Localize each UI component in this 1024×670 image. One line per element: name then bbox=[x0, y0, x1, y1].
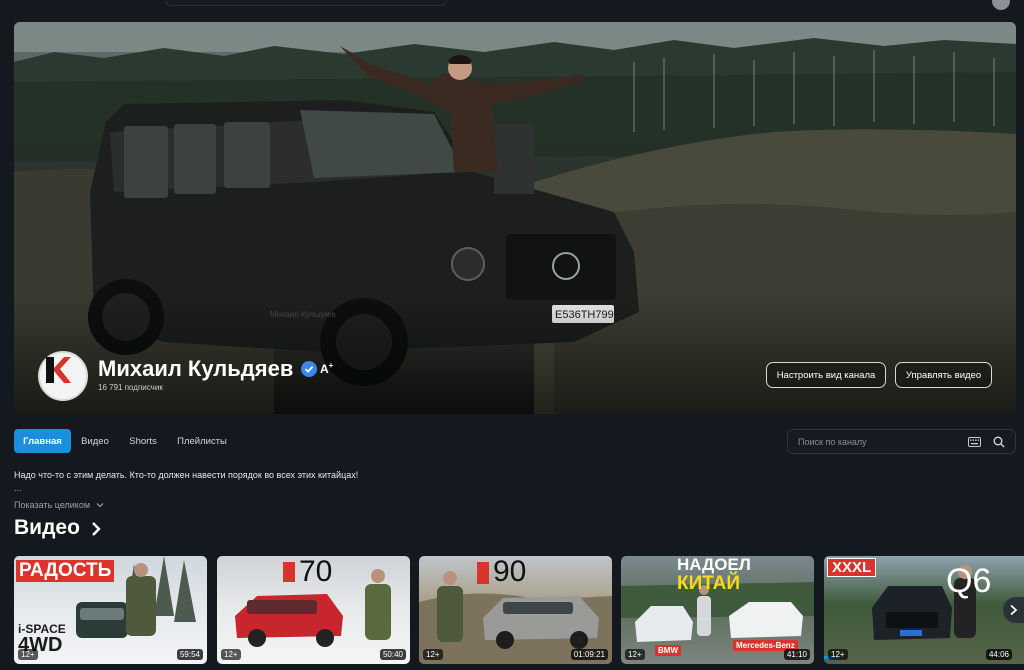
video-card[interactable]: 70 12+ 50:40 bbox=[217, 556, 410, 664]
video-overlay-title: 70 bbox=[299, 556, 333, 588]
video-duration: 50:40 bbox=[379, 649, 406, 660]
customize-channel-button[interactable]: Настроить вид канала bbox=[766, 362, 886, 388]
search-icon[interactable] bbox=[993, 436, 1005, 448]
manage-videos-button[interactable]: Управлять видео bbox=[895, 362, 992, 388]
videos-section-title[interactable]: Видео bbox=[14, 516, 80, 540]
video-overlay-title: РАДОСТЬ bbox=[16, 560, 115, 582]
video-duration: 01:09:21 bbox=[570, 649, 608, 660]
age-rating-badge: 12+ bbox=[18, 649, 38, 660]
video-card[interactable]: РАДОСТЬ i-SPACE 4WD 12+ 59:54 bbox=[14, 556, 207, 664]
age-rating-badge: 12+ bbox=[625, 649, 645, 660]
video-overlay-title: 90 bbox=[493, 556, 527, 588]
video-duration: 41:10 bbox=[783, 649, 810, 660]
tab-shorts[interactable]: Shorts bbox=[124, 429, 162, 453]
chevron-right-icon bbox=[1010, 604, 1018, 616]
tab-playlists[interactable]: Плейлисты bbox=[172, 429, 232, 453]
channel-avatar[interactable] bbox=[38, 351, 88, 401]
channel-banner: E536TH799 Михаил Кульдяев Михаил Кульдяе… bbox=[14, 22, 1016, 414]
video-card[interactable]: 90 12+ 01:09:21 bbox=[419, 556, 612, 664]
age-rating-badge: 12+ bbox=[221, 649, 241, 660]
user-avatar[interactable] bbox=[992, 0, 1010, 10]
video-overlay-subtitle: КИТАЙ bbox=[677, 573, 741, 594]
chevron-down-icon bbox=[96, 503, 103, 508]
show-more-label: Показать целиком bbox=[14, 500, 91, 510]
verified-icon bbox=[301, 361, 317, 377]
age-rating-badge: 12+ bbox=[828, 649, 848, 660]
channel-description: Надо что-то с этим делать. Кто-то должен… bbox=[14, 470, 359, 480]
video-duration: 44:06 bbox=[985, 649, 1012, 660]
video-duration: 59:54 bbox=[176, 649, 203, 660]
channel-search-input[interactable]: Поиск по каналу bbox=[787, 429, 1016, 454]
channel-name: Михаил Кульдяев bbox=[98, 356, 294, 381]
tab-videos[interactable]: Видео bbox=[76, 429, 114, 453]
channel-logo-icon bbox=[46, 357, 71, 383]
age-rating-badge: 12+ bbox=[423, 649, 443, 660]
video-card[interactable]: XXXL Q6 12+ 44:06 bbox=[824, 556, 1024, 664]
video-card[interactable]: НАДОЕЛ КИТАЙ BMW Mercedes-Benz 12+ 41:10 bbox=[621, 556, 814, 664]
banner-watermark: Михаил Кульдяев bbox=[270, 310, 336, 319]
video-label-bmw: BMW bbox=[655, 645, 681, 656]
a-plus-icon: A+ bbox=[320, 361, 334, 376]
show-more-link[interactable]: Показать целиком bbox=[14, 500, 104, 510]
keyboard-icon[interactable] bbox=[968, 437, 981, 447]
global-search-input[interactable] bbox=[165, 0, 447, 6]
chevron-right-icon[interactable] bbox=[90, 520, 102, 538]
search-placeholder: Поиск по каналу bbox=[798, 437, 867, 447]
carousel-next-button[interactable] bbox=[1003, 597, 1024, 623]
description-ellipsis: ... bbox=[14, 483, 22, 493]
video-overlay-title: XXXL bbox=[827, 558, 877, 577]
banner-gradient bbox=[14, 294, 1016, 414]
top-bar bbox=[0, 0, 1024, 12]
subscriber-count: 16 791 подписчик bbox=[98, 383, 163, 392]
video-overlay-subtitle: Q6 bbox=[946, 562, 992, 600]
tab-home[interactable]: Главная bbox=[14, 429, 71, 453]
